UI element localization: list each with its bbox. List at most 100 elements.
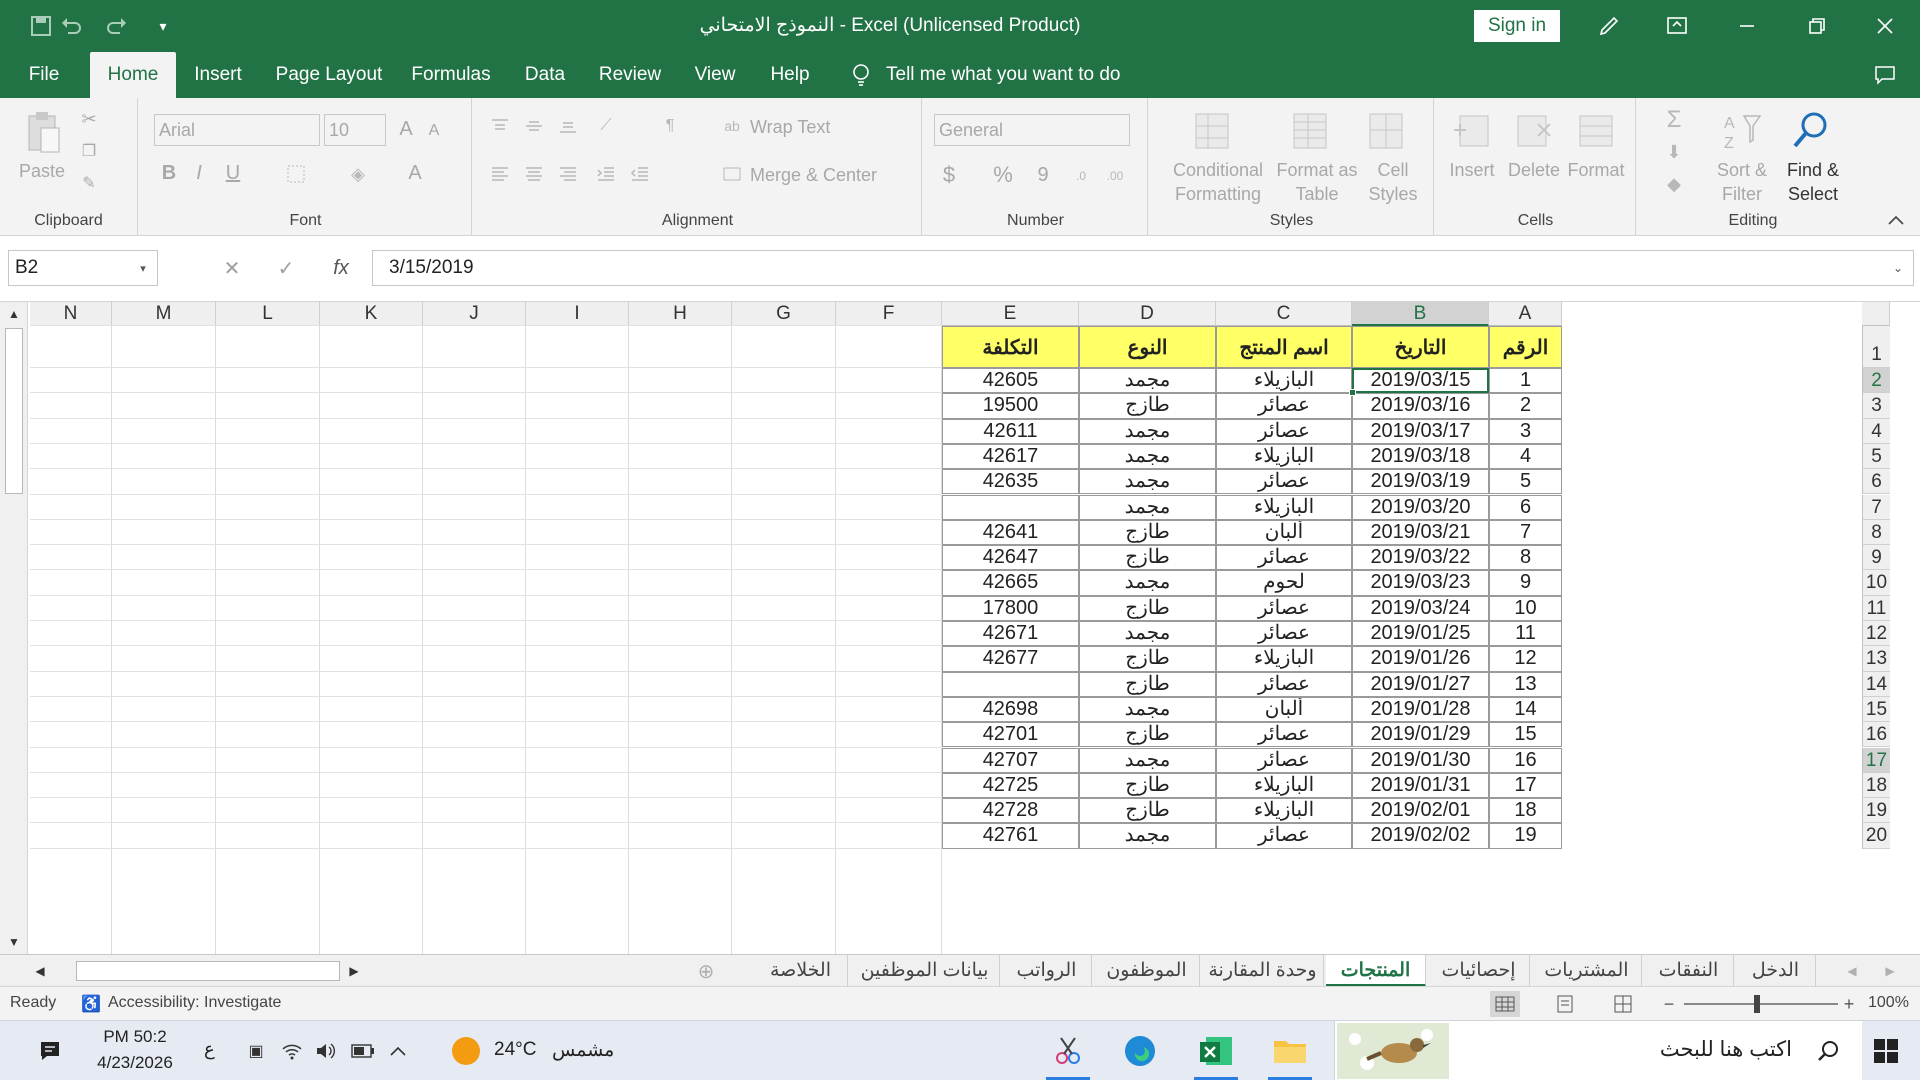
row-header-18[interactable]: 18	[1862, 772, 1890, 799]
number-format-select[interactable]: General	[934, 114, 1130, 146]
table-cell-cost[interactable]: 19500	[942, 393, 1079, 419]
table-cell-date[interactable]: 2019/01/27	[1352, 671, 1489, 697]
delete-cells-button[interactable]: Delete	[1502, 158, 1566, 182]
table-cell-cost[interactable]: 42725	[942, 772, 1079, 799]
column-header-n[interactable]: N	[30, 302, 112, 326]
scroll-up-icon[interactable]: ▲	[4, 306, 24, 322]
table-cell-product[interactable]: عصائر	[1216, 469, 1352, 495]
sheet-tab-purchases[interactable]: المشتريات	[1532, 955, 1642, 987]
next-sheet-icon[interactable]: ▶	[1880, 961, 1900, 981]
increase-font-button[interactable]: A	[396, 118, 416, 140]
column-header-g[interactable]: G	[732, 302, 836, 326]
find-select-icon[interactable]	[1788, 108, 1832, 154]
volume-icon[interactable]	[314, 1039, 338, 1063]
align-center-icon[interactable]	[522, 162, 546, 186]
table-cell-product[interactable]: عصائر	[1216, 671, 1352, 697]
find-select-label-1[interactable]: Find &	[1778, 158, 1848, 182]
table-cell-type[interactable]: مجمد	[1079, 747, 1216, 773]
scroll-left-icon[interactable]: ◀	[30, 961, 50, 981]
sheet-tab-employee-data[interactable]: بيانات الموظفين	[850, 955, 1000, 987]
table-cell-num[interactable]: 1	[1489, 368, 1562, 394]
column-header-j[interactable]: J	[423, 302, 526, 326]
format-cells-icon[interactable]	[1574, 108, 1618, 154]
table-cell-type[interactable]: مجمد	[1079, 570, 1216, 596]
row-header-13[interactable]: 13	[1862, 646, 1890, 672]
tab-review[interactable]: Review	[592, 52, 668, 98]
page-layout-view-icon[interactable]	[1550, 991, 1580, 1017]
zoom-level[interactable]: 100%	[1868, 994, 1909, 1012]
row-header-16[interactable]: 16	[1862, 722, 1890, 748]
tab-data[interactable]: Data	[516, 52, 574, 98]
merge-icon[interactable]	[720, 162, 744, 186]
header-cell-cost[interactable]: التكلفة	[942, 326, 1079, 368]
align-right-icon[interactable]	[556, 162, 580, 186]
table-cell-date[interactable]: 2019/02/02	[1352, 823, 1489, 849]
row-header-10[interactable]: 10	[1862, 570, 1890, 596]
clock-date[interactable]: 4/23/2026	[80, 1053, 190, 1073]
file-explorer-icon[interactable]	[1270, 1031, 1310, 1071]
formula-input[interactable]: 3/15/2019	[372, 250, 1914, 286]
indent-decrease-icon[interactable]	[594, 162, 618, 186]
table-cell-product[interactable]: البازيلاء	[1216, 443, 1352, 470]
conditional-formatting-label-1[interactable]: Conditional	[1158, 158, 1278, 182]
row-header-12[interactable]: 12	[1862, 621, 1890, 647]
table-cell-num[interactable]: 6	[1489, 494, 1562, 520]
table-cell-cost[interactable]	[942, 671, 1079, 697]
table-cell-num[interactable]: 16	[1489, 747, 1562, 773]
select-all-corner[interactable]	[1862, 302, 1890, 326]
tab-insert[interactable]: Insert	[186, 52, 250, 98]
underline-button[interactable]: U	[222, 162, 244, 184]
battery-icon[interactable]	[350, 1039, 376, 1063]
tab-home[interactable]: Home	[90, 52, 176, 98]
table-cell-product[interactable]: البازيلاء	[1216, 368, 1352, 394]
clear-icon[interactable]: ◆	[1660, 170, 1688, 198]
paste-icon[interactable]	[20, 108, 66, 158]
table-cell-type[interactable]: مجمد	[1079, 469, 1216, 495]
active-cell[interactable]: 2019/03/15	[1352, 368, 1489, 394]
sheet-tab-expenses[interactable]: النفقات	[1644, 955, 1734, 987]
decrease-font-button[interactable]: A	[424, 120, 444, 142]
table-cell-num[interactable]: 4	[1489, 443, 1562, 470]
row-header-1[interactable]: 1	[1862, 326, 1890, 368]
table-cell-product[interactable]: البازيلاء	[1216, 646, 1352, 672]
conditional-formatting-icon[interactable]	[1190, 108, 1234, 154]
table-cell-num[interactable]: 18	[1489, 798, 1562, 824]
table-cell-num[interactable]: 5	[1489, 469, 1562, 495]
scroll-down-icon[interactable]: ▼	[4, 934, 24, 950]
table-cell-num[interactable]: 3	[1489, 418, 1562, 444]
table-cell-product[interactable]: عصائر	[1216, 621, 1352, 647]
cell-styles-label-2[interactable]: Styles	[1360, 182, 1426, 206]
table-cell-date[interactable]: 2019/03/23	[1352, 570, 1489, 596]
row-header-4[interactable]: 4	[1862, 418, 1890, 444]
zoom-out-icon[interactable]: −	[1660, 993, 1678, 1015]
comments-icon[interactable]	[1872, 62, 1898, 88]
notifications-icon[interactable]	[36, 1037, 64, 1065]
sheet-tab-summary[interactable]: الخلاصة	[754, 955, 848, 987]
table-cell-type[interactable]: طازج	[1079, 545, 1216, 571]
header-cell-product[interactable]: اسم المنتج	[1216, 326, 1352, 368]
table-cell-type[interactable]: طازج	[1079, 595, 1216, 621]
table-cell-date[interactable]: 2019/03/22	[1352, 545, 1489, 571]
table-cell-type[interactable]: مجمد	[1079, 368, 1216, 394]
row-header-5[interactable]: 5	[1862, 443, 1890, 470]
table-cell-product[interactable]: عصائر	[1216, 418, 1352, 444]
table-cell-date[interactable]: 2019/03/18	[1352, 443, 1489, 470]
table-cell-type[interactable]: طازج	[1079, 671, 1216, 697]
row-header-11[interactable]: 11	[1862, 595, 1890, 621]
table-cell-cost[interactable]: 42707	[942, 747, 1079, 773]
table-cell-num[interactable]: 8	[1489, 545, 1562, 571]
sort-filter-icon[interactable]: AZ	[1720, 108, 1764, 154]
header-cell-type[interactable]: النوع	[1079, 326, 1216, 368]
table-cell-type[interactable]: مجمد	[1079, 621, 1216, 647]
row-header-7[interactable]: 7	[1862, 494, 1890, 520]
table-cell-date[interactable]: 2019/03/19	[1352, 469, 1489, 495]
table-cell-cost[interactable]: 42701	[942, 722, 1079, 748]
zoom-slider-thumb[interactable]	[1754, 995, 1760, 1013]
merge-center-button[interactable]: Merge & Center	[750, 164, 890, 186]
table-cell-cost[interactable]: 42611	[942, 418, 1079, 444]
italic-button[interactable]: I	[188, 162, 210, 184]
table-cell-date[interactable]: 2019/03/16	[1352, 393, 1489, 419]
row-header-6[interactable]: 6	[1862, 469, 1890, 495]
new-sheet-icon[interactable]: ⊕	[694, 959, 718, 983]
find-select-label-2[interactable]: Select	[1778, 182, 1848, 206]
